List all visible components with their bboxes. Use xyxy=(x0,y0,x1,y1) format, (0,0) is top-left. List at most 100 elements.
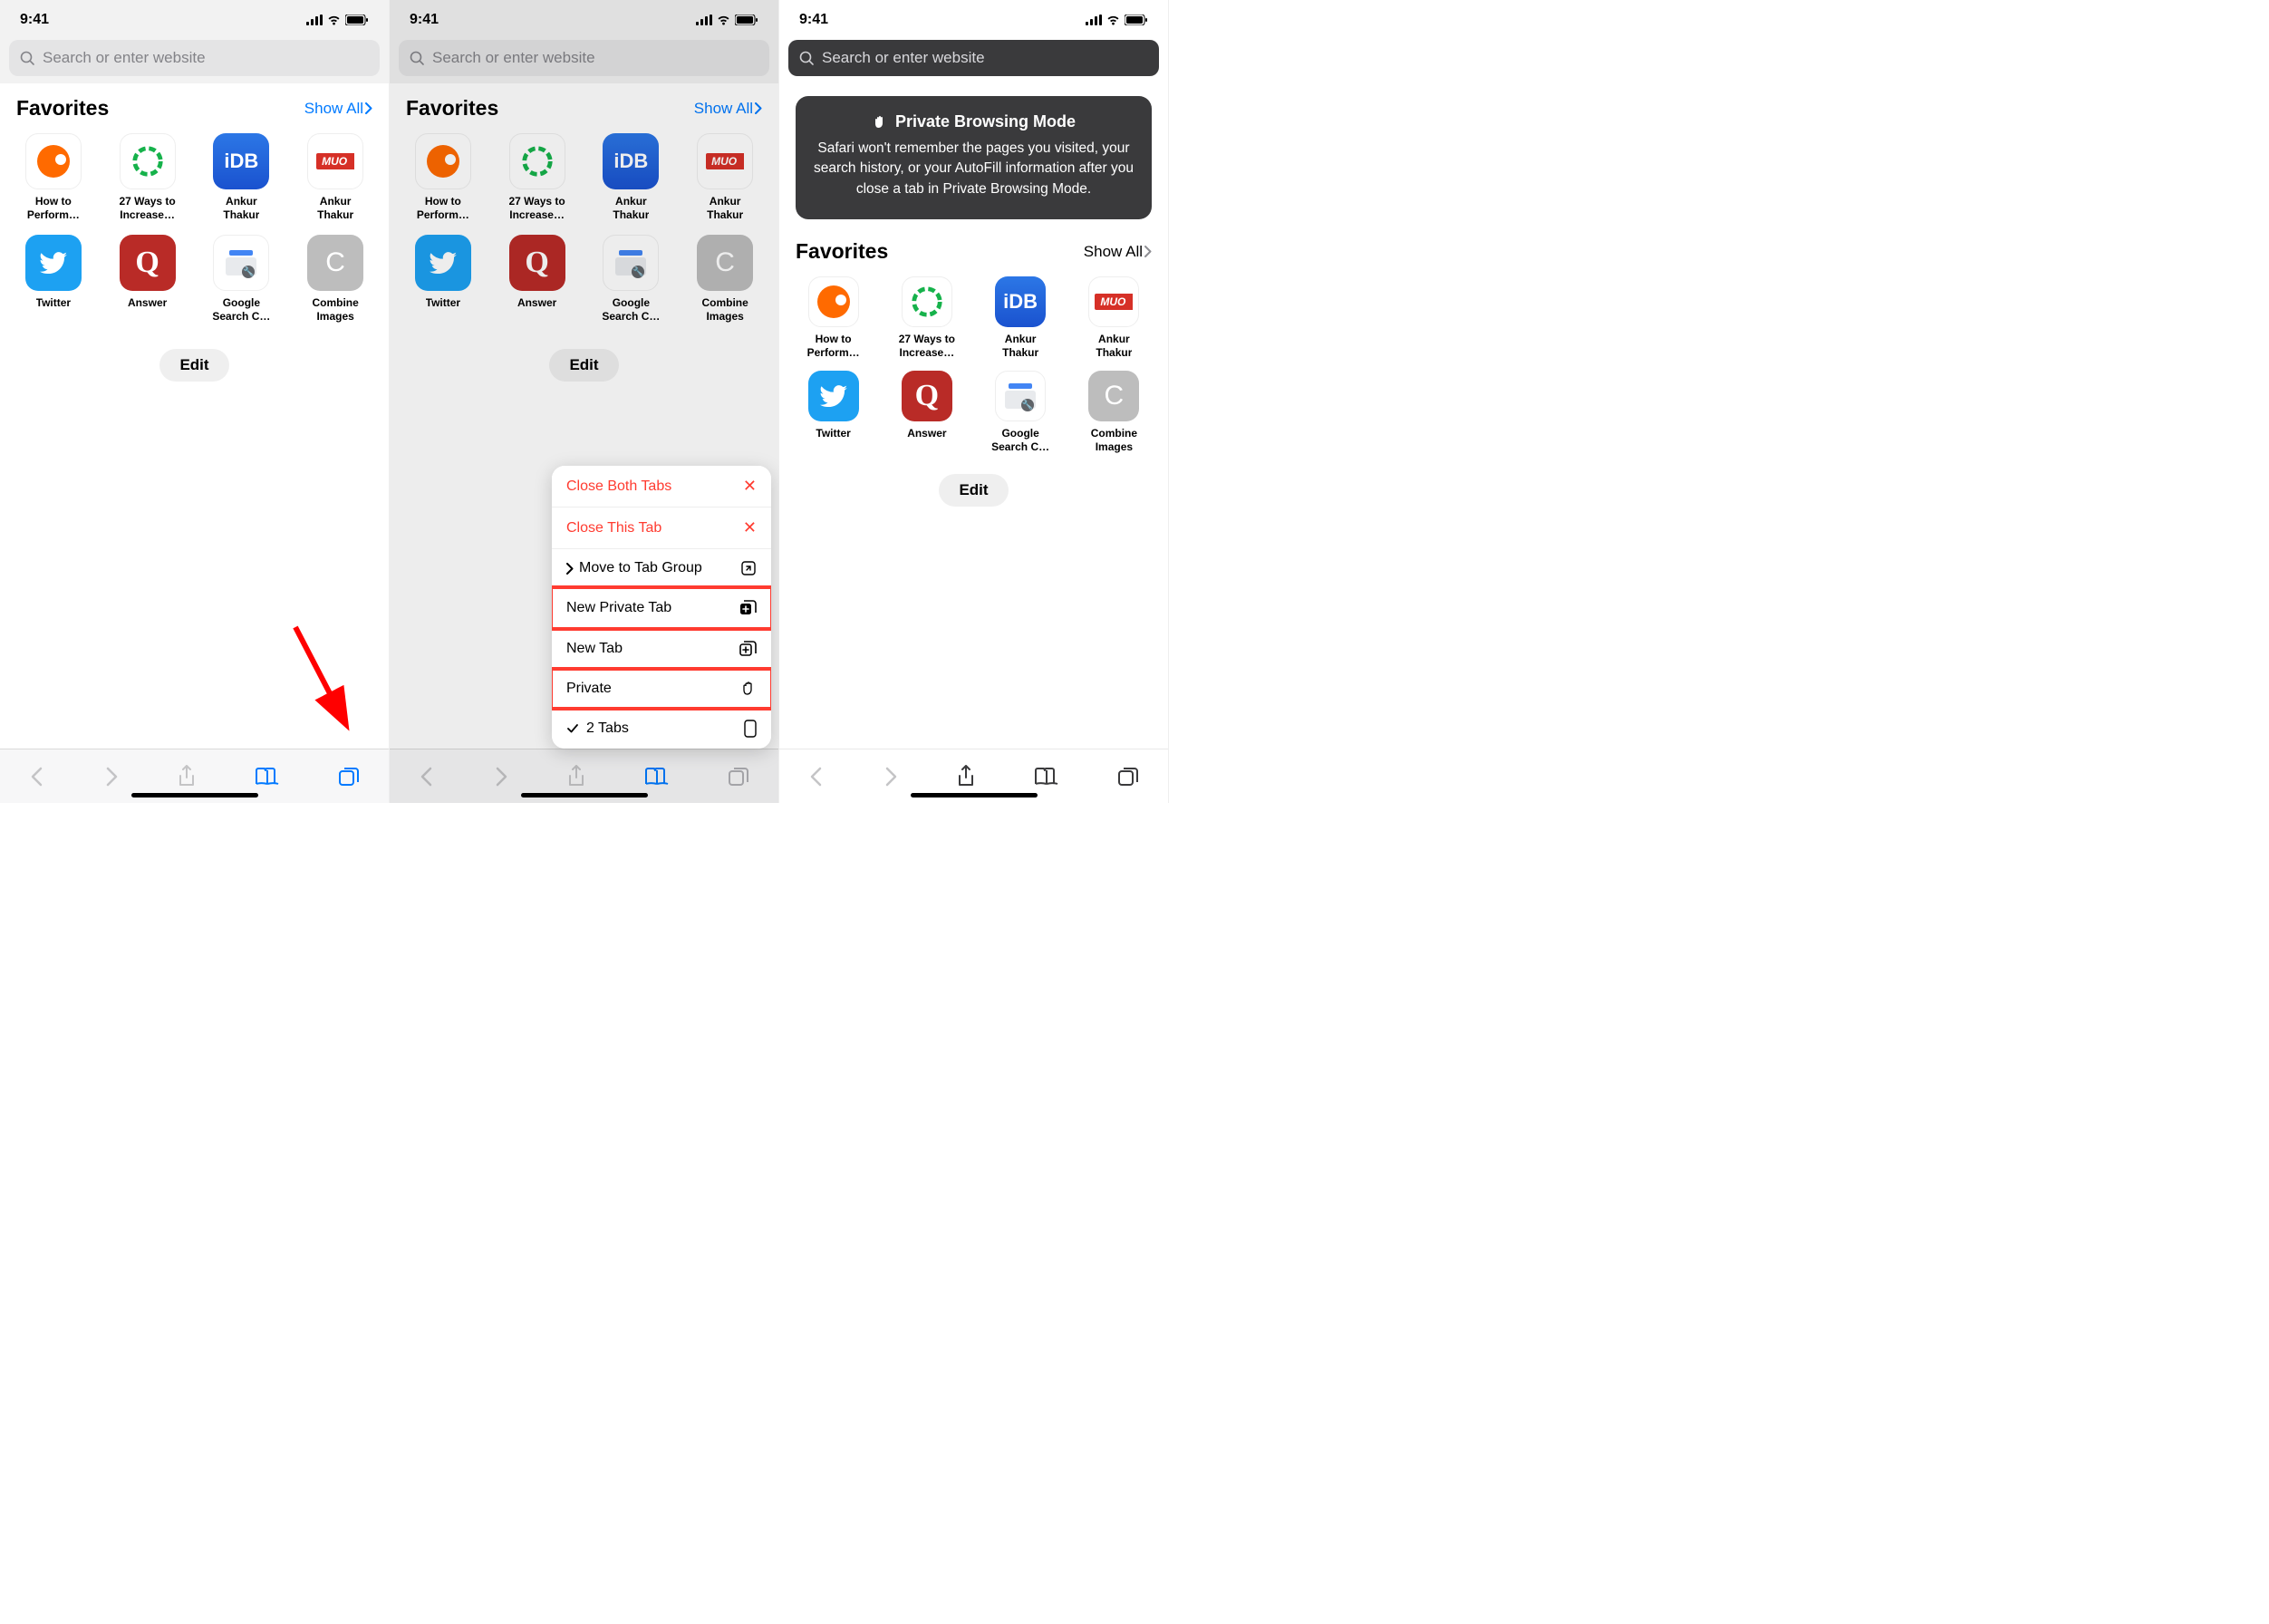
battery-icon xyxy=(345,14,369,25)
search-icon xyxy=(20,51,35,66)
status-time: 9:41 xyxy=(799,12,828,28)
favorite-neilpatel[interactable]: 27 Ways toIncrease… xyxy=(111,133,185,222)
favorite-label: GoogleSearch C… xyxy=(602,296,660,324)
edit-button[interactable]: Edit xyxy=(939,474,1008,507)
favorite-label: CombineImages xyxy=(1091,427,1137,454)
favorite-muo[interactable]: MUOAnkurThakur xyxy=(688,133,762,222)
favorite-label: AnkurThakur xyxy=(317,195,353,222)
back-button[interactable] xyxy=(808,767,825,787)
favorite-idb[interactable]: iDBAnkurThakur xyxy=(983,276,1058,360)
status-time: 9:41 xyxy=(20,12,49,28)
status-time: 9:41 xyxy=(410,12,439,28)
favorite-label: 27 Ways toIncrease… xyxy=(120,195,176,222)
menu-new-tab[interactable]: New Tab xyxy=(552,629,771,670)
favorite-label: AnkurThakur xyxy=(613,195,649,222)
menu-close-this[interactable]: Close This Tab ✕ xyxy=(552,508,771,549)
forward-button[interactable] xyxy=(493,767,509,787)
private-mode-card: Private Browsing Mode Safari won't remem… xyxy=(796,96,1152,219)
favorite-quora[interactable]: QAnswer xyxy=(111,235,185,324)
favorite-idb[interactable]: iDBAnkurThakur xyxy=(205,133,279,222)
favorite-label: How toPerform… xyxy=(27,195,80,222)
favorite-neilpatel[interactable]: 27 Ways toIncrease… xyxy=(889,276,964,360)
tabs-button[interactable] xyxy=(728,766,749,788)
tabs-button[interactable] xyxy=(1117,766,1139,788)
back-button[interactable] xyxy=(419,767,435,787)
search-icon xyxy=(799,51,815,66)
favorite-semrush[interactable]: How toPerform… xyxy=(16,133,91,222)
search-placeholder: Search or enter website xyxy=(822,49,985,67)
share-button[interactable] xyxy=(957,765,975,788)
tabs-button[interactable] xyxy=(338,766,360,788)
wifi-icon xyxy=(326,14,342,25)
search-icon xyxy=(410,51,425,66)
chevron-right-icon xyxy=(1144,246,1152,257)
favorite-twitter[interactable]: Twitter xyxy=(796,371,871,454)
status-bar: 9:41 xyxy=(390,0,778,40)
status-bar: 9:41 xyxy=(779,0,1168,40)
signal-icon xyxy=(1086,14,1102,25)
favorite-label: 27 Ways toIncrease… xyxy=(509,195,565,222)
share-button[interactable] xyxy=(567,765,585,788)
favorite-twitter[interactable]: Twitter xyxy=(16,235,91,324)
favorite-label: How toPerform… xyxy=(807,333,860,360)
favorite-combine-images[interactable]: CCombineImages xyxy=(1077,371,1152,454)
favorite-label: CombineImages xyxy=(312,296,358,324)
show-all-link[interactable]: Show All xyxy=(694,100,762,118)
search-placeholder: Search or enter website xyxy=(43,49,206,67)
chevron-right-icon xyxy=(365,102,372,114)
menu-new-private-tab[interactable]: New Private Tab xyxy=(552,588,771,629)
menu-close-both[interactable]: Close Both Tabs ✕ xyxy=(552,466,771,508)
favorite-label: Answer xyxy=(128,296,167,310)
favorite-google-search-console[interactable]: 🔧GoogleSearch C… xyxy=(983,371,1058,454)
battery-icon xyxy=(1125,14,1148,25)
favorite-label: Twitter xyxy=(426,296,460,310)
favorite-neilpatel[interactable]: 27 Ways toIncrease… xyxy=(500,133,574,222)
hand-icon xyxy=(872,114,888,130)
menu-private[interactable]: Private xyxy=(552,670,771,709)
status-indicators xyxy=(696,14,758,25)
favorite-idb[interactable]: iDBAnkurThakur xyxy=(594,133,669,222)
favorite-quora[interactable]: QAnswer xyxy=(889,371,964,454)
favorite-twitter[interactable]: Twitter xyxy=(406,235,480,324)
favorite-combine-images[interactable]: CCombineImages xyxy=(688,235,762,324)
show-all-link[interactable]: Show All xyxy=(304,100,372,118)
forward-button[interactable] xyxy=(883,767,899,787)
back-button[interactable] xyxy=(29,767,45,787)
favorite-label: GoogleSearch C… xyxy=(991,427,1049,454)
favorite-muo[interactable]: MUOAnkurThakur xyxy=(298,133,372,222)
tabs-plus-outline-icon xyxy=(739,640,757,658)
menu-move-to-group[interactable]: Move to Tab Group xyxy=(552,549,771,588)
search-input-private[interactable]: Search or enter website xyxy=(788,40,1159,76)
bookmarks-button[interactable] xyxy=(644,767,670,787)
status-indicators xyxy=(306,14,369,25)
search-input[interactable]: Search or enter website xyxy=(399,40,769,76)
phone-pane-1: 9:41 Search or enter website Favorites S… xyxy=(0,0,390,803)
favorite-quora[interactable]: QAnswer xyxy=(500,235,574,324)
favorites-title: Favorites xyxy=(16,96,109,121)
favorite-combine-images[interactable]: CCombineImages xyxy=(298,235,372,324)
edit-button[interactable]: Edit xyxy=(159,349,228,382)
bookmarks-button[interactable] xyxy=(1034,767,1059,787)
search-placeholder: Search or enter website xyxy=(432,49,595,67)
forward-button[interactable] xyxy=(103,767,120,787)
favorites-title: Favorites xyxy=(406,96,498,121)
favorite-muo[interactable]: MUOAnkurThakur xyxy=(1077,276,1152,360)
home-indicator xyxy=(521,793,648,798)
favorite-semrush[interactable]: How toPerform… xyxy=(406,133,480,222)
favorite-label: CombineImages xyxy=(701,296,748,324)
signal-icon xyxy=(306,14,323,25)
bookmarks-button[interactable] xyxy=(255,767,280,787)
share-button[interactable] xyxy=(178,765,196,788)
home-indicator xyxy=(131,793,258,798)
close-icon: ✕ xyxy=(743,477,757,496)
favorite-google-search-console[interactable]: 🔧GoogleSearch C… xyxy=(594,235,669,324)
favorites-grid: How toPerform… 27 Ways toIncrease… iDBAnku… xyxy=(796,276,1152,454)
favorite-google-search-console[interactable]: 🔧GoogleSearch C… xyxy=(205,235,279,324)
show-all-link[interactable]: Show All xyxy=(1084,243,1152,261)
favorite-label: 27 Ways toIncrease… xyxy=(899,333,955,360)
search-input[interactable]: Search or enter website xyxy=(9,40,380,76)
favorite-label: GoogleSearch C… xyxy=(212,296,270,324)
favorite-semrush[interactable]: How toPerform… xyxy=(796,276,871,360)
menu-two-tabs[interactable]: 2 Tabs xyxy=(552,709,771,749)
edit-button[interactable]: Edit xyxy=(549,349,618,382)
